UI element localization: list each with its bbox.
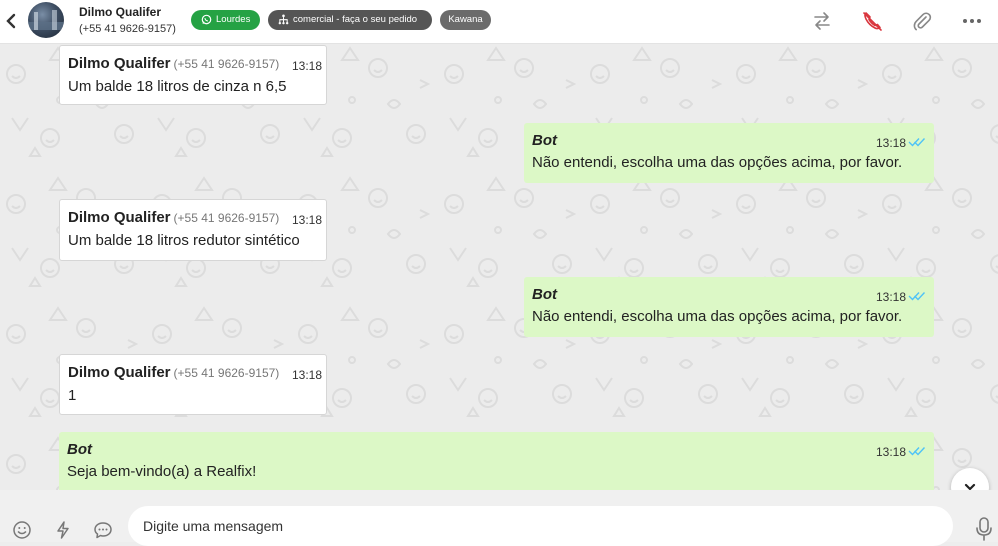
tag-label: Lourdes bbox=[216, 14, 251, 25]
message-time: 13:18 bbox=[876, 445, 907, 459]
end-call-icon[interactable] bbox=[860, 10, 884, 32]
message-text: Um balde 18 litros redutor sintético bbox=[68, 232, 300, 249]
message-text: Não entendi, escolha uma das opções acim… bbox=[532, 154, 903, 171]
sender-phone: (+55 41 9626-9157) bbox=[173, 366, 280, 380]
sitemap-icon bbox=[278, 14, 289, 25]
quick-reply-bolt-icon[interactable] bbox=[53, 520, 73, 540]
message-text: 1 bbox=[68, 387, 77, 404]
sender-name: Bot bbox=[67, 441, 92, 458]
back-chevron-icon[interactable] bbox=[4, 11, 18, 31]
tag-label: comercial - faça o seu pedido bbox=[293, 14, 418, 25]
message-list[interactable]: Dilmo Qualifer (+55 41 9626-9157) 13:18 U… bbox=[0, 44, 998, 490]
read-receipt-icon bbox=[908, 447, 926, 456]
read-receipt-icon bbox=[908, 292, 926, 301]
message-outgoing[interactable]: Bot 13:18 Seja bem-vindo(a) a Realfix! bbox=[59, 432, 934, 490]
message-time: 13:18 bbox=[292, 59, 323, 73]
chevron-down-icon bbox=[964, 483, 976, 490]
microphone-icon[interactable] bbox=[975, 516, 993, 542]
message-text: Um balde 18 litros de cinza n 6,5 bbox=[68, 78, 287, 95]
contact-name: Dilmo Qualifer bbox=[79, 5, 162, 19]
whatsapp-icon bbox=[201, 14, 212, 25]
paperclip-icon[interactable] bbox=[910, 10, 934, 32]
more-options-icon[interactable] bbox=[960, 10, 984, 32]
message-outgoing[interactable]: Bot 13:18 Não entendi, escolha uma das o… bbox=[524, 277, 934, 337]
sender-name: Dilmo Qualifer bbox=[68, 55, 171, 72]
tag-queue[interactable]: comercial - faça o seu pedido bbox=[268, 10, 432, 30]
chat-bubble-icon[interactable] bbox=[93, 520, 113, 540]
sender-name: Dilmo Qualifer bbox=[68, 364, 171, 381]
sender-name: Bot bbox=[532, 286, 557, 303]
chat-header: Dilmo Qualifer (+55 41 9626-9157) Lourde… bbox=[0, 0, 998, 44]
message-incoming[interactable]: Dilmo Qualifer (+55 41 9626-9157) 13:18 U… bbox=[59, 45, 327, 105]
message-text: Seja bem-vindo(a) a Realfix! bbox=[67, 463, 257, 480]
message-text: Não entendi, escolha uma das opções acim… bbox=[532, 308, 903, 325]
sender-phone: (+55 41 9626-9157) bbox=[173, 57, 280, 71]
message-incoming[interactable]: Dilmo Qualifer (+55 41 9626-9157) 13:18 U… bbox=[59, 199, 327, 261]
contact-avatar[interactable] bbox=[28, 2, 64, 38]
sender-name: Dilmo Qualifer bbox=[68, 209, 171, 226]
message-incoming[interactable]: Dilmo Qualifer (+55 41 9626-9157) 13:18 1 bbox=[59, 354, 327, 415]
tag-user[interactable]: Kawana bbox=[440, 10, 491, 30]
message-time: 13:18 bbox=[876, 136, 907, 150]
message-outgoing[interactable]: Bot 13:18 Não entendi, escolha uma das o… bbox=[524, 123, 934, 183]
composer-bar bbox=[0, 490, 998, 546]
transfer-icon[interactable] bbox=[810, 10, 834, 32]
tag-label: Kawana bbox=[448, 14, 483, 25]
chat-wallpaper bbox=[0, 44, 998, 490]
message-input[interactable] bbox=[128, 506, 953, 546]
sender-name: Bot bbox=[532, 132, 557, 149]
read-receipt-icon bbox=[908, 138, 926, 147]
emoji-icon[interactable] bbox=[12, 520, 32, 540]
message-time: 13:18 bbox=[292, 368, 323, 382]
message-time: 13:18 bbox=[876, 290, 907, 304]
contact-phone: (+55 41 9626-9157) bbox=[79, 23, 176, 35]
tag-attendant[interactable]: Lourdes bbox=[191, 10, 260, 30]
message-time: 13:18 bbox=[292, 213, 323, 227]
sender-phone: (+55 41 9626-9157) bbox=[173, 211, 280, 225]
